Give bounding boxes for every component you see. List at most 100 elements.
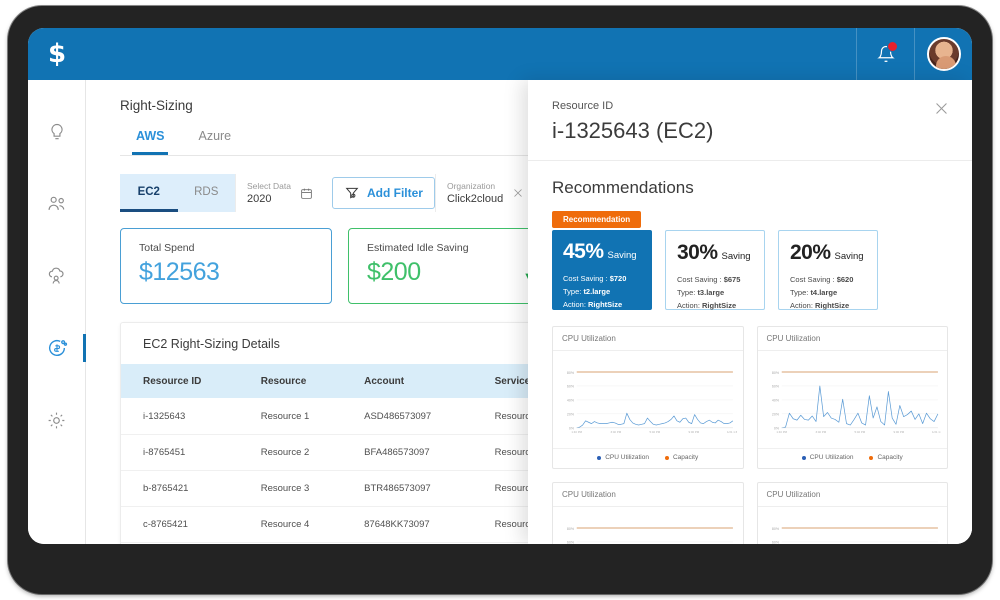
svg-text:60%: 60% (771, 385, 779, 389)
kpi-total-spend: Total Spend $12563 (120, 228, 332, 304)
recommendation-badge: Recommendation (552, 211, 642, 228)
col-resource[interactable]: Resource (238, 364, 343, 398)
kpi-total-spend-value: $12563 (139, 258, 220, 286)
svg-text:60%: 60% (771, 541, 779, 544)
svg-text:80%: 80% (771, 371, 779, 375)
svg-text:1:40 PM: 1:40 PM (776, 430, 787, 434)
cell-resource-id: b-8765421 (121, 470, 239, 507)
segment-rds[interactable]: RDS (178, 174, 236, 212)
legend-capacity-dot (664, 455, 669, 460)
sidebar-item-cost-optimization[interactable] (28, 326, 86, 370)
select-data-filter[interactable]: Select Data 2020 (235, 174, 324, 212)
sidebar-item-settings[interactable] (28, 398, 85, 442)
notifications-button[interactable] (856, 28, 914, 80)
tab-aws[interactable]: AWS (132, 123, 169, 155)
cost-timer-icon (48, 340, 67, 357)
cpu-chart-2: CPU Utilization 0% 20% 40% 60% 80% 1:40 PM 3:4… (756, 326, 948, 469)
tab-azure[interactable]: Azure (194, 123, 235, 155)
rec-3-cost-value: $620 (836, 275, 854, 284)
panel-close-icon[interactable] (933, 100, 950, 117)
filter-bar: EC2 RDS Select Data 2020 Add Filter Orga… (120, 174, 560, 212)
col-account[interactable]: Account (342, 364, 473, 398)
tablet-screen: $ Right-Sizing AWS Azure EC2 RDS Select … (28, 28, 972, 544)
rec-3-headline: 20% Saving (790, 241, 867, 265)
add-filter-label: Add Filter (366, 186, 423, 200)
rec-1-cost-saving: Cost Saving : $720 (563, 272, 642, 285)
rec-2-type-label: Type: (677, 288, 698, 298)
recommendation-card-3[interactable]: 20% Saving Cost Saving : $620 Type: t4.l… (778, 230, 878, 310)
legend-cpu-dot (801, 455, 806, 460)
tablet-frame: $ Right-Sizing AWS Azure EC2 RDS Select … (8, 6, 992, 594)
cell-resource: Resource 2 (238, 434, 343, 471)
recommendation-card-2[interactable]: 30% Saving Cost Saving : $675 Type: t3.l… (665, 230, 765, 310)
rec-2-action-value: RightSize (702, 301, 737, 311)
close-icon[interactable] (512, 187, 524, 199)
rec-1-cost-label: Cost Saving : (563, 274, 610, 283)
sidebar-item-users[interactable] (28, 182, 85, 226)
cloud-user-icon (48, 267, 64, 284)
profile-button[interactable] (914, 28, 972, 80)
cpu-chart-2-legend: CPU Utilization Capacity (757, 448, 947, 468)
people-icon (48, 196, 64, 210)
svg-text:80%: 80% (567, 527, 575, 531)
cpu-chart-1: CPU Utilization 0% 20% 40% 60% 80% 1:40 PM 3:4… (552, 326, 744, 469)
legend-capacity-label: Capacity (672, 454, 699, 461)
sidebar (28, 80, 86, 544)
filter-funnel-icon (345, 187, 359, 199)
kpi-idle-saving-value: $200 (367, 258, 421, 286)
rec-3-action: Action: RightSize (790, 299, 867, 312)
rec-1-action-value: RightSize (588, 300, 623, 310)
lightbulb-icon (50, 123, 63, 140)
cpu-chart-3-body: 0%20%40%60%80% (553, 507, 743, 544)
rec-1-percent: 45% (563, 240, 604, 263)
sidebar-item-insights[interactable] (28, 110, 85, 154)
segment-ec2[interactable]: EC2 (120, 174, 178, 212)
rec-1-headline: 45% Saving (563, 240, 642, 264)
svg-text:3:40 PM: 3:40 PM (610, 430, 621, 434)
panel-body: Recommendations Recommendation 45% Savin… (528, 161, 972, 544)
organization-filter[interactable]: Organization Click2cloud (434, 174, 535, 212)
avatar (926, 37, 961, 71)
select-data-value: 2020 (247, 193, 272, 205)
svg-text:60%: 60% (567, 385, 575, 389)
rec-3-cost-label: Cost Saving : (790, 275, 837, 284)
cpu-chart-4-body: 0%20%40%60%80% (758, 507, 948, 544)
kpi-total-spend-label: Total Spend (139, 242, 195, 254)
organization-label: Organization (446, 181, 496, 191)
svg-text:1/21 1:30: 1/21 1:30 (931, 430, 941, 434)
gear-icon (48, 412, 65, 428)
recommendation-card-1[interactable]: 45% Saving Cost Saving : $720 Type: t2.l… (552, 230, 652, 310)
cpu-chart-2-svg: 0%20%40%60%80%1:40 PM 3:40 PM 5:40 PM 9:00 … (771, 371, 943, 434)
rec-3-percent: 20% (790, 241, 831, 264)
cell-resource: Resource 1 (238, 398, 343, 435)
svg-text:5:40 PM: 5:40 PM (854, 430, 865, 434)
cpu-chart-2-body: 0% 20% 40% 60% 80% 1:40 PM 3:40 PM 5:40 PM 9:00 … (758, 351, 948, 448)
app-logo[interactable]: $ (28, 28, 86, 80)
rec-3-type-label: Type: (790, 288, 811, 298)
rec-2-type-value: t3.large (697, 288, 725, 298)
svg-text:40%: 40% (771, 399, 779, 403)
rec-1-cost-value: $720 (609, 274, 627, 283)
legend-cpu-dot (597, 455, 602, 460)
cell-resource: Resource 4 (238, 506, 343, 543)
provider-tabs: AWS Azure (120, 123, 550, 156)
svg-text:3:40 PM: 3:40 PM (815, 430, 826, 434)
rec-3-action-label: Action: (790, 301, 816, 311)
select-data-label: Select Data (247, 181, 291, 191)
cpu-chart-1-svg: 0%20%40%60%80%1:40 PM 3:40 PM 5:40 PM 9:00 … (567, 371, 739, 434)
cell-account: BFA486573097 (342, 434, 473, 471)
legend-capacity: Capacity (869, 454, 903, 461)
sidebar-item-cloud-accounts[interactable] (28, 254, 85, 298)
legend-cpu-label: CPU Utilization (605, 454, 649, 461)
svg-text:9:00 PM: 9:00 PM (689, 430, 700, 434)
col-resource-id[interactable]: Resource ID (121, 364, 239, 398)
cpu-chart-3: CPU Utilization 0%20%40%60%80% (552, 482, 744, 544)
rec-3-action-value: RightSize (815, 301, 850, 311)
rec-2-action: Action: RightSize (677, 299, 754, 312)
add-filter-button[interactable]: Add Filter (331, 177, 435, 209)
rec-3-type: Type: t4.large (790, 286, 867, 299)
cpu-chart-1-legend: CPU Utilization Capacity (553, 448, 743, 468)
organization-value: Click2cloud (446, 193, 504, 205)
resource-detail-panel: Resource ID i-1325643 (EC2) Recommendati… (528, 80, 972, 544)
svg-text:20%: 20% (567, 413, 575, 417)
